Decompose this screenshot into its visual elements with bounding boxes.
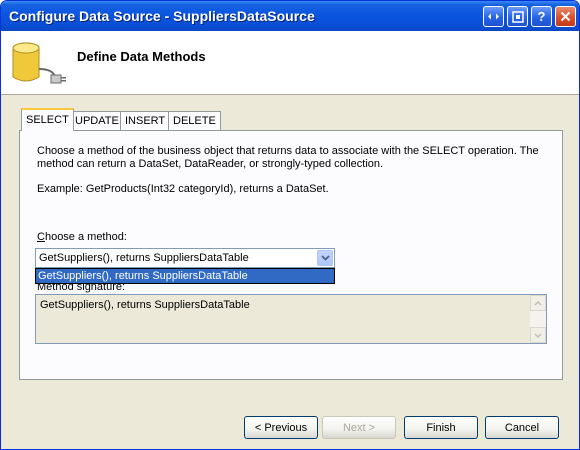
scroll-up-icon[interactable] xyxy=(530,295,546,311)
close-icon[interactable] xyxy=(555,6,576,27)
method-option[interactable]: GetSuppliers(), returns SuppliersDataTab… xyxy=(36,269,334,283)
database-plug-icon xyxy=(9,39,69,91)
cancel-button[interactable]: Cancel xyxy=(485,416,559,439)
next-button[interactable]: Next > xyxy=(322,416,396,439)
mnemonic-char: C xyxy=(37,231,45,243)
title-bar[interactable]: Configure Data Source - SuppliersDataSou… xyxy=(1,1,579,31)
header-title: Define Data Methods xyxy=(77,49,206,64)
panel-description: Choose a method of the business object t… xyxy=(37,145,539,170)
question-icon[interactable]: ? xyxy=(531,6,552,27)
scroll-down-icon[interactable] xyxy=(530,327,546,343)
tab-update[interactable]: UPDATE xyxy=(70,111,124,130)
method-dropdown-list[interactable]: GetSuppliers(), returns SuppliersDataTab… xyxy=(35,268,335,284)
window-title: Configure Data Source - SuppliersDataSou… xyxy=(9,8,315,24)
chevron-down-icon[interactable] xyxy=(317,250,333,266)
tab-select[interactable]: SELECT xyxy=(21,108,74,131)
restore-icon[interactable] xyxy=(507,6,528,27)
finish-button[interactable]: Finish xyxy=(404,416,478,439)
signature-scrollbar[interactable] xyxy=(530,295,546,343)
method-select[interactable]: GetSuppliers(), returns SuppliersDataTab… xyxy=(35,248,335,268)
choose-method-label-rest: hoose a method: xyxy=(44,231,127,243)
select-tab-panel: Choose a method of the business object t… xyxy=(19,130,563,380)
configure-data-source-dialog: Configure Data Source - SuppliersDataSou… xyxy=(0,0,580,450)
tab-delete[interactable]: DELETE xyxy=(168,111,221,130)
wizard-header: Define Data Methods xyxy=(1,31,579,95)
tab-insert[interactable]: INSERT xyxy=(120,111,171,130)
method-signature-text: GetSuppliers(), returns SuppliersDataTab… xyxy=(40,299,250,311)
previous-button[interactable]: < Previous xyxy=(244,416,318,439)
method-signature-box: GetSuppliers(), returns SuppliersDataTab… xyxy=(35,294,547,344)
example-text: Example: GetProducts(Int32 categoryId), … xyxy=(37,183,329,195)
method-select-value: GetSuppliers(), returns SuppliersDataTab… xyxy=(39,252,249,264)
help-icon[interactable] xyxy=(483,6,504,27)
choose-method-label: Choose a method: xyxy=(37,231,127,243)
